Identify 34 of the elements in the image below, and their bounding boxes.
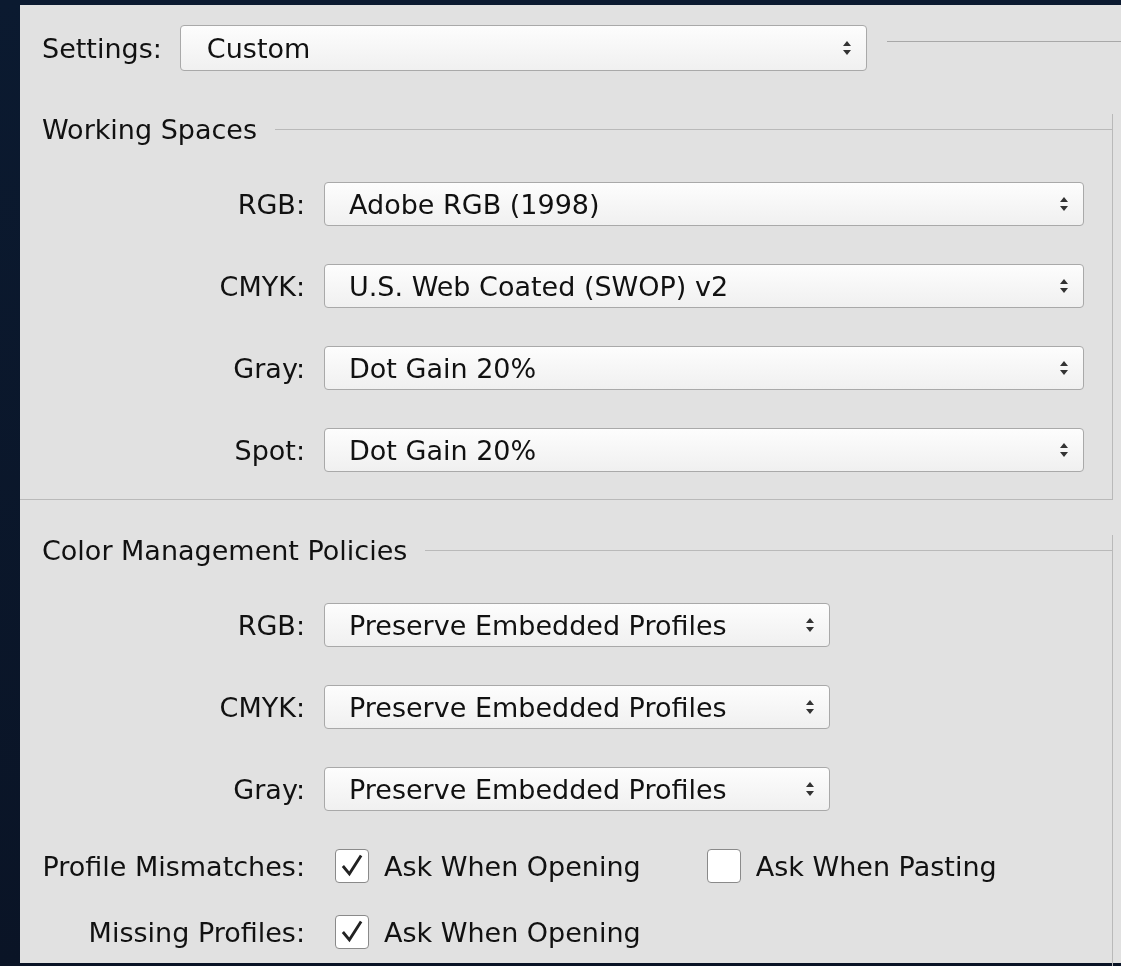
policy-dropdown[interactable]: Preserve Embedded Profiles <box>324 767 830 811</box>
field-label: Spot: <box>233 434 305 466</box>
field-label: RGB: <box>236 609 305 641</box>
up-down-arrow-icon <box>805 781 815 797</box>
up-down-arrow-icon <box>1059 196 1069 212</box>
settings-label: Settings: <box>42 32 162 64</box>
checkbox-label[interactable]: Ask When Opening <box>384 850 641 882</box>
policy-dropdown[interactable]: Preserve Embedded Profiles <box>324 603 830 647</box>
checkbox-label[interactable]: Ask When Opening <box>384 916 641 948</box>
up-down-arrow-icon <box>805 699 815 715</box>
checkbox[interactable] <box>335 849 369 883</box>
up-down-arrow-icon <box>1059 278 1069 294</box>
working-space-dropdown[interactable]: Adobe RGB (1998) <box>324 182 1084 226</box>
settings-dropdown[interactable]: Custom <box>179 25 867 71</box>
up-down-arrow-icon <box>1059 442 1069 458</box>
field-label: Gray: <box>232 352 305 384</box>
checkbox-label[interactable]: Ask When Pasting <box>755 850 997 882</box>
field-label: CMYK: <box>218 691 305 723</box>
checkbox[interactable] <box>335 915 369 949</box>
group-title: Color Management Policies <box>42 534 408 566</box>
up-down-arrow-icon <box>841 40 852 56</box>
field-label: Missing Profiles: <box>87 916 305 948</box>
working-space-dropdown[interactable]: U.S. Web Coated (SWOP) v2 <box>324 264 1084 308</box>
working-space-dropdown[interactable]: Dot Gain 20% <box>324 428 1084 472</box>
policy-dropdown[interactable]: Preserve Embedded Profiles <box>324 685 830 729</box>
group-title: Working Spaces <box>42 113 258 145</box>
field-label: Gray: <box>232 773 305 805</box>
checkbox[interactable] <box>706 849 741 883</box>
field-label: RGB: <box>236 188 305 220</box>
working-space-dropdown[interactable]: Dot Gain 20% <box>324 346 1084 390</box>
field-label: CMYK: <box>218 270 305 302</box>
up-down-arrow-icon <box>805 617 815 633</box>
field-label: Profile Mismatches: <box>41 850 305 882</box>
up-down-arrow-icon <box>1059 360 1069 376</box>
